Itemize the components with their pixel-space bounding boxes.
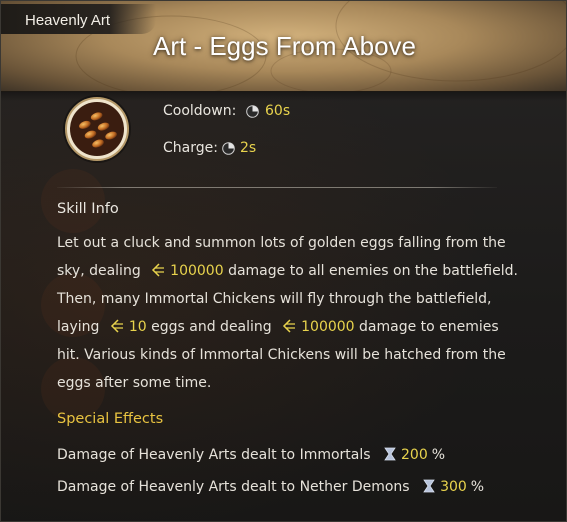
desc-line: laying 10 eggs and dealing 100000 damage… <box>57 319 499 335</box>
category-tag: Heavenly Art <box>1 4 156 34</box>
divider <box>57 187 497 188</box>
special-effect-row: Damage of Heavenly Arts dealt to Immorta… <box>57 447 445 463</box>
damage-value: 100000 <box>301 319 355 335</box>
category-label: Heavenly Art <box>25 12 111 29</box>
cooldown-value: 60s <box>265 103 291 119</box>
damage-arrow-icon <box>283 319 296 333</box>
hourglass-icon <box>423 479 435 493</box>
skill-description: Let out a cluck and summon lots of golde… <box>57 229 537 397</box>
effect-label: Damage of Heavenly Arts dealt to Immorta… <box>57 447 371 463</box>
desc-line: sky, dealing 100000 damage to all enemie… <box>57 263 518 279</box>
special-effects-title: Special Effects <box>57 411 164 427</box>
cooldown-label: Cooldown: <box>163 103 237 119</box>
damage-arrow-icon <box>152 263 165 277</box>
skill-info-title: Skill Info <box>57 201 119 217</box>
desc-line: Then, many Immortal Chickens will fly th… <box>57 291 492 307</box>
effect-label: Damage of Heavenly Arts dealt to Nether … <box>57 479 410 495</box>
egg-count-arrow-icon <box>110 319 123 333</box>
effect-unit: % <box>470 479 485 495</box>
golden-eggs-icon <box>65 97 129 161</box>
skill-title: Art - Eggs From Above <box>153 31 416 61</box>
damage-value: 100000 <box>170 263 224 279</box>
hourglass-icon <box>384 447 396 461</box>
effect-unit: % <box>431 447 446 463</box>
tooltip-header: Heavenly Art Art - Eggs From Above <box>1 1 566 92</box>
charge-value: 2s <box>240 140 257 156</box>
skill-tooltip-panel: Heavenly Art Art - Eggs From Above Coold… <box>0 0 567 522</box>
effect-value: 300 <box>440 479 467 495</box>
charge-clock-icon <box>222 142 235 155</box>
desc-line: eggs after some time. <box>57 375 212 391</box>
desc-line: hit. Various kinds of Immortal Chickens … <box>57 347 506 363</box>
charge-label: Charge: <box>163 140 218 156</box>
effect-value: 200 <box>401 447 428 463</box>
desc-line: Let out a cluck and summon lots of golde… <box>57 235 506 251</box>
egg-count-value: 10 <box>128 319 147 335</box>
cooldown-clock-icon <box>246 105 259 118</box>
special-effect-row: Damage of Heavenly Arts dealt to Nether … <box>57 479 484 495</box>
